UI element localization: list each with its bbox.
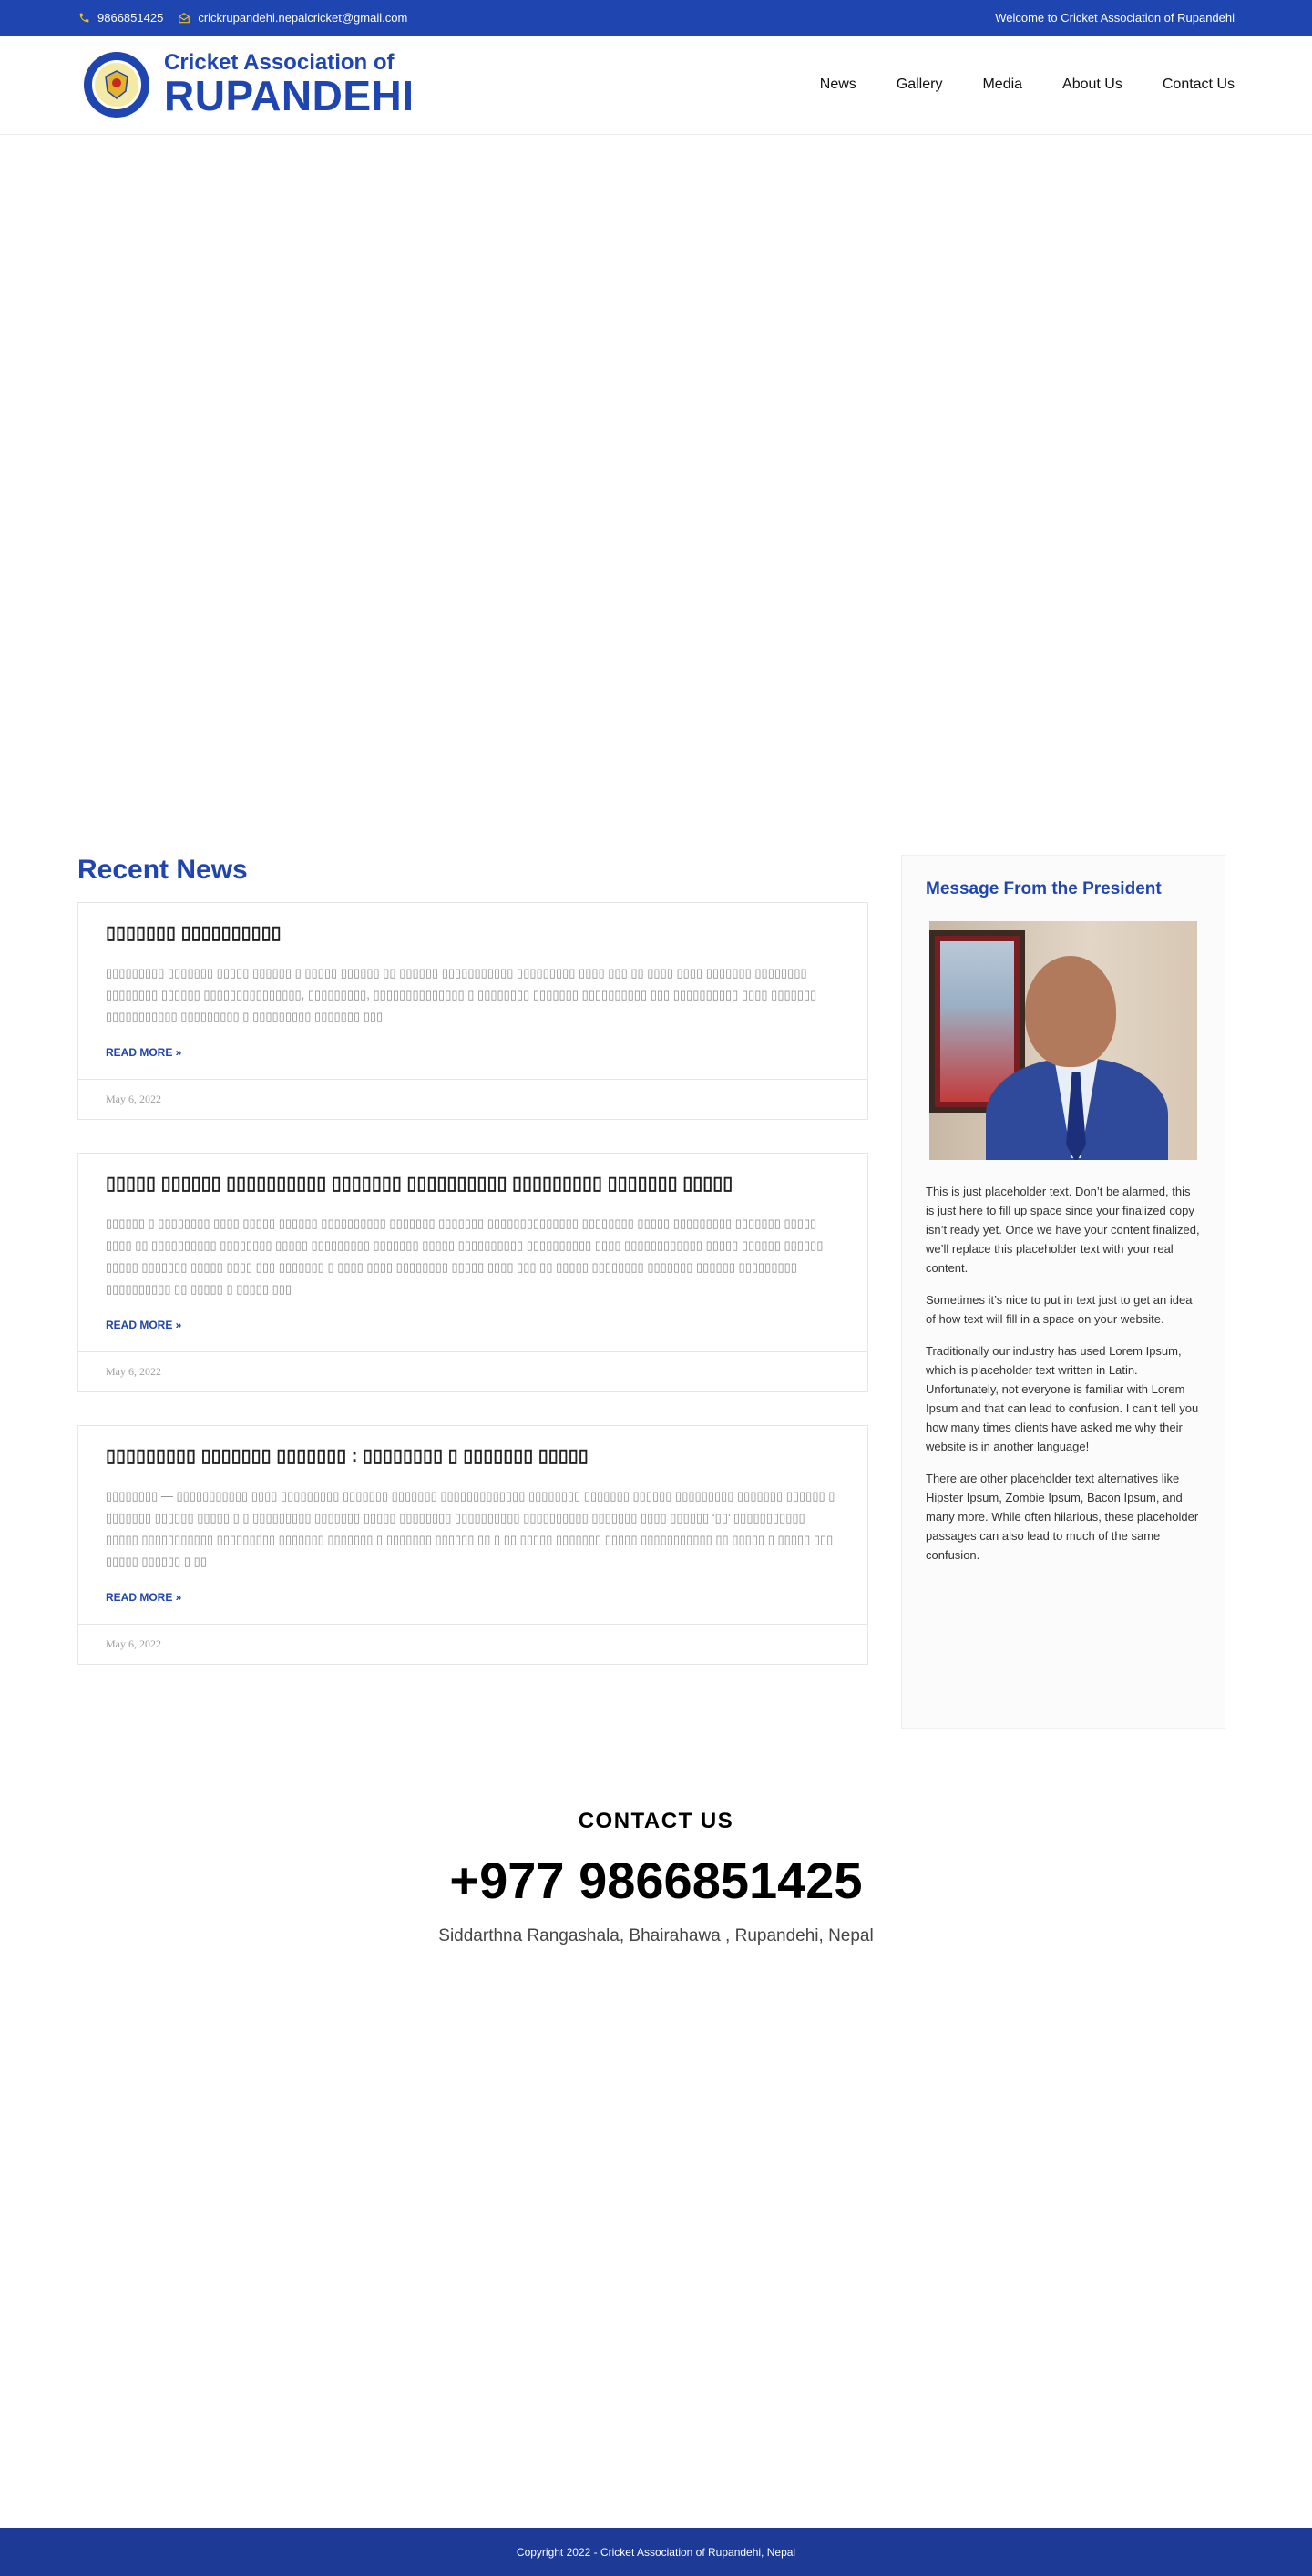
sidebar-paragraph: This is just placeholder text. Don’t be … (926, 1185, 1200, 1275)
news-card: ▯▯▯▯▯▯▯ ▯▯▯▯▯▯▯▯▯▯ ▯▯▯▯▯▯▯▯▯ ▯▯▯▯▯▯▯ ▯▯▯… (77, 902, 868, 1120)
site-footer: Copyright 2022 - Cricket Association of … (0, 2528, 1312, 2576)
page: 9866851425 crickrupandehi.nepalcricket@g… (0, 0, 1312, 2576)
top-bar-welcome: Welcome to Cricket Association of Rupand… (995, 11, 1235, 25)
sidebar-paragraph: Sometimes it’s nice to put in text just … (926, 1293, 1193, 1326)
recent-news-section: Recent News ▯▯▯▯▯▯▯ ▯▯▯▯▯▯▯▯▯▯ ▯▯▯▯▯▯▯▯▯… (77, 855, 868, 1729)
news-card-date: May 6, 2022 (78, 1624, 867, 1664)
brand-line2: RUPANDEHI (164, 71, 415, 119)
news-card-title[interactable]: ▯▯▯▯▯ ▯▯▯▯▯▯ ▯▯▯▯▯▯▯▯▯▯ ▯▯▯▯▯▯▯ ▯▯▯▯▯▯▯▯… (106, 1172, 840, 1195)
top-bar: 9866851425 crickrupandehi.nepalcricket@g… (0, 0, 1312, 36)
news-card-excerpt: ▯▯▯▯▯▯ ▯ ▯▯▯▯▯▯▯▯ ▯▯▯▯ ▯▯▯▯▯ ▯▯▯▯▯▯ ▯▯▯▯… (106, 1216, 824, 1296)
top-bar-email-text: crickrupandehi.nepalcricket@gmail.com (198, 11, 408, 25)
site-header: Cricket Association of RUPANDEHI News Ga… (0, 36, 1312, 135)
news-card-body: ▯▯▯▯▯▯▯▯▯ ▯▯▯▯▯▯▯ ▯▯▯▯▯▯▯ : ▯▯▯▯▯▯▯▯ ▯ ▯… (78, 1426, 867, 1624)
contact-address: Siddarthna Rangashala, Bhairahawa , Rupa… (438, 1926, 874, 1945)
top-bar-phone[interactable]: 9866851425 (77, 11, 163, 25)
news-card-body: ▯▯▯▯▯ ▯▯▯▯▯▯ ▯▯▯▯▯▯▯▯▯▯ ▯▯▯▯▯▯▯ ▯▯▯▯▯▯▯▯… (78, 1154, 867, 1351)
nav-item-gallery[interactable]: Gallery (897, 77, 943, 93)
recent-news-title: Recent News (77, 855, 248, 885)
president-message-sidebar: Message From the President This is just … (901, 855, 1225, 1729)
nav-item-about-us[interactable]: About Us (1062, 77, 1122, 93)
news-card-excerpt: ▯▯▯▯▯▯▯▯▯ ▯▯▯▯▯▯▯ ▯▯▯▯▯ ▯▯▯▯▯▯ ▯ ▯▯▯▯▯ ▯… (106, 966, 817, 1023)
footer-copyright: Copyright 2022 - Cricket Association of … (516, 2545, 796, 2559)
read-more-link[interactable]: READ MORE » (106, 1046, 840, 1059)
news-card-date: May 6, 2022 (78, 1351, 867, 1391)
site-brand[interactable]: Cricket Association of RUPANDEHI (84, 49, 415, 119)
brand-line1: Cricket Association of (164, 49, 395, 75)
sidebar-paragraph: There are other placeholder text alterna… (926, 1472, 1199, 1562)
news-card-excerpt: ▯▯▯▯▯▯▯▯ — ▯▯▯▯▯▯▯▯▯▯▯ ▯▯▯▯ ▯▯▯▯▯▯▯▯▯ ▯▯… (106, 1489, 835, 1568)
brand-text: Cricket Association of RUPANDEHI (164, 49, 415, 119)
nav-item-news[interactable]: News (820, 77, 856, 93)
sidebar-title: Message From the President (926, 879, 1162, 898)
top-bar-email[interactable]: crickrupandehi.nepalcricket@gmail.com (178, 11, 407, 25)
nav-item-media[interactable]: Media (982, 77, 1022, 93)
news-card: ▯▯▯▯▯▯▯▯▯ ▯▯▯▯▯▯▯ ▯▯▯▯▯▯▯ : ▯▯▯▯▯▯▯▯ ▯ ▯… (77, 1425, 868, 1665)
read-more-link[interactable]: READ MORE » (106, 1591, 840, 1604)
top-bar-phone-text: 9866851425 (97, 11, 164, 25)
contact-title: CONTACT US (578, 1809, 734, 1833)
read-more-link[interactable]: READ MORE » (106, 1319, 840, 1331)
sidebar-paragraph: Traditionally our industry has used Lore… (926, 1344, 1199, 1453)
photo-frame-picture (940, 941, 1014, 1102)
news-card-title[interactable]: ▯▯▯▯▯▯▯▯▯ ▯▯▯▯▯▯▯ ▯▯▯▯▯▯▯ : ▯▯▯▯▯▯▯▯ ▯ ▯… (106, 1444, 840, 1467)
news-card-date: May 6, 2022 (78, 1079, 867, 1119)
phone-icon (77, 12, 90, 25)
news-card: ▯▯▯▯▯ ▯▯▯▯▯▯ ▯▯▯▯▯▯▯▯▯▯ ▯▯▯▯▯▯▯ ▯▯▯▯▯▯▯▯… (77, 1153, 868, 1392)
content-area: Recent News ▯▯▯▯▯▯▯ ▯▯▯▯▯▯▯▯▯▯ ▯▯▯▯▯▯▯▯▯… (0, 855, 1312, 1729)
president-photo (929, 921, 1197, 1160)
news-card-title[interactable]: ▯▯▯▯▯▯▯ ▯▯▯▯▯▯▯▯▯▯ (106, 921, 840, 944)
envelope-icon (178, 12, 190, 25)
nav-item-contact-us[interactable]: Contact Us (1163, 77, 1235, 93)
main-nav: News Gallery Media About Us Contact Us (820, 77, 1235, 93)
contact-phone[interactable]: +977 9866851425 (0, 1851, 1312, 1910)
logo-emblem-inner (92, 59, 141, 109)
contact-section: CONTACT US +977 9866851425 Siddarthna Ra… (0, 1729, 1312, 2184)
photo-head (1025, 956, 1116, 1067)
news-card-body: ▯▯▯▯▯▯▯ ▯▯▯▯▯▯▯▯▯▯ ▯▯▯▯▯▯▯▯▯ ▯▯▯▯▯▯▯ ▯▯▯… (78, 903, 867, 1079)
top-bar-contact: 9866851425 crickrupandehi.nepalcricket@g… (77, 11, 407, 25)
logo-emblem (84, 51, 149, 118)
hero-area (0, 135, 1312, 855)
